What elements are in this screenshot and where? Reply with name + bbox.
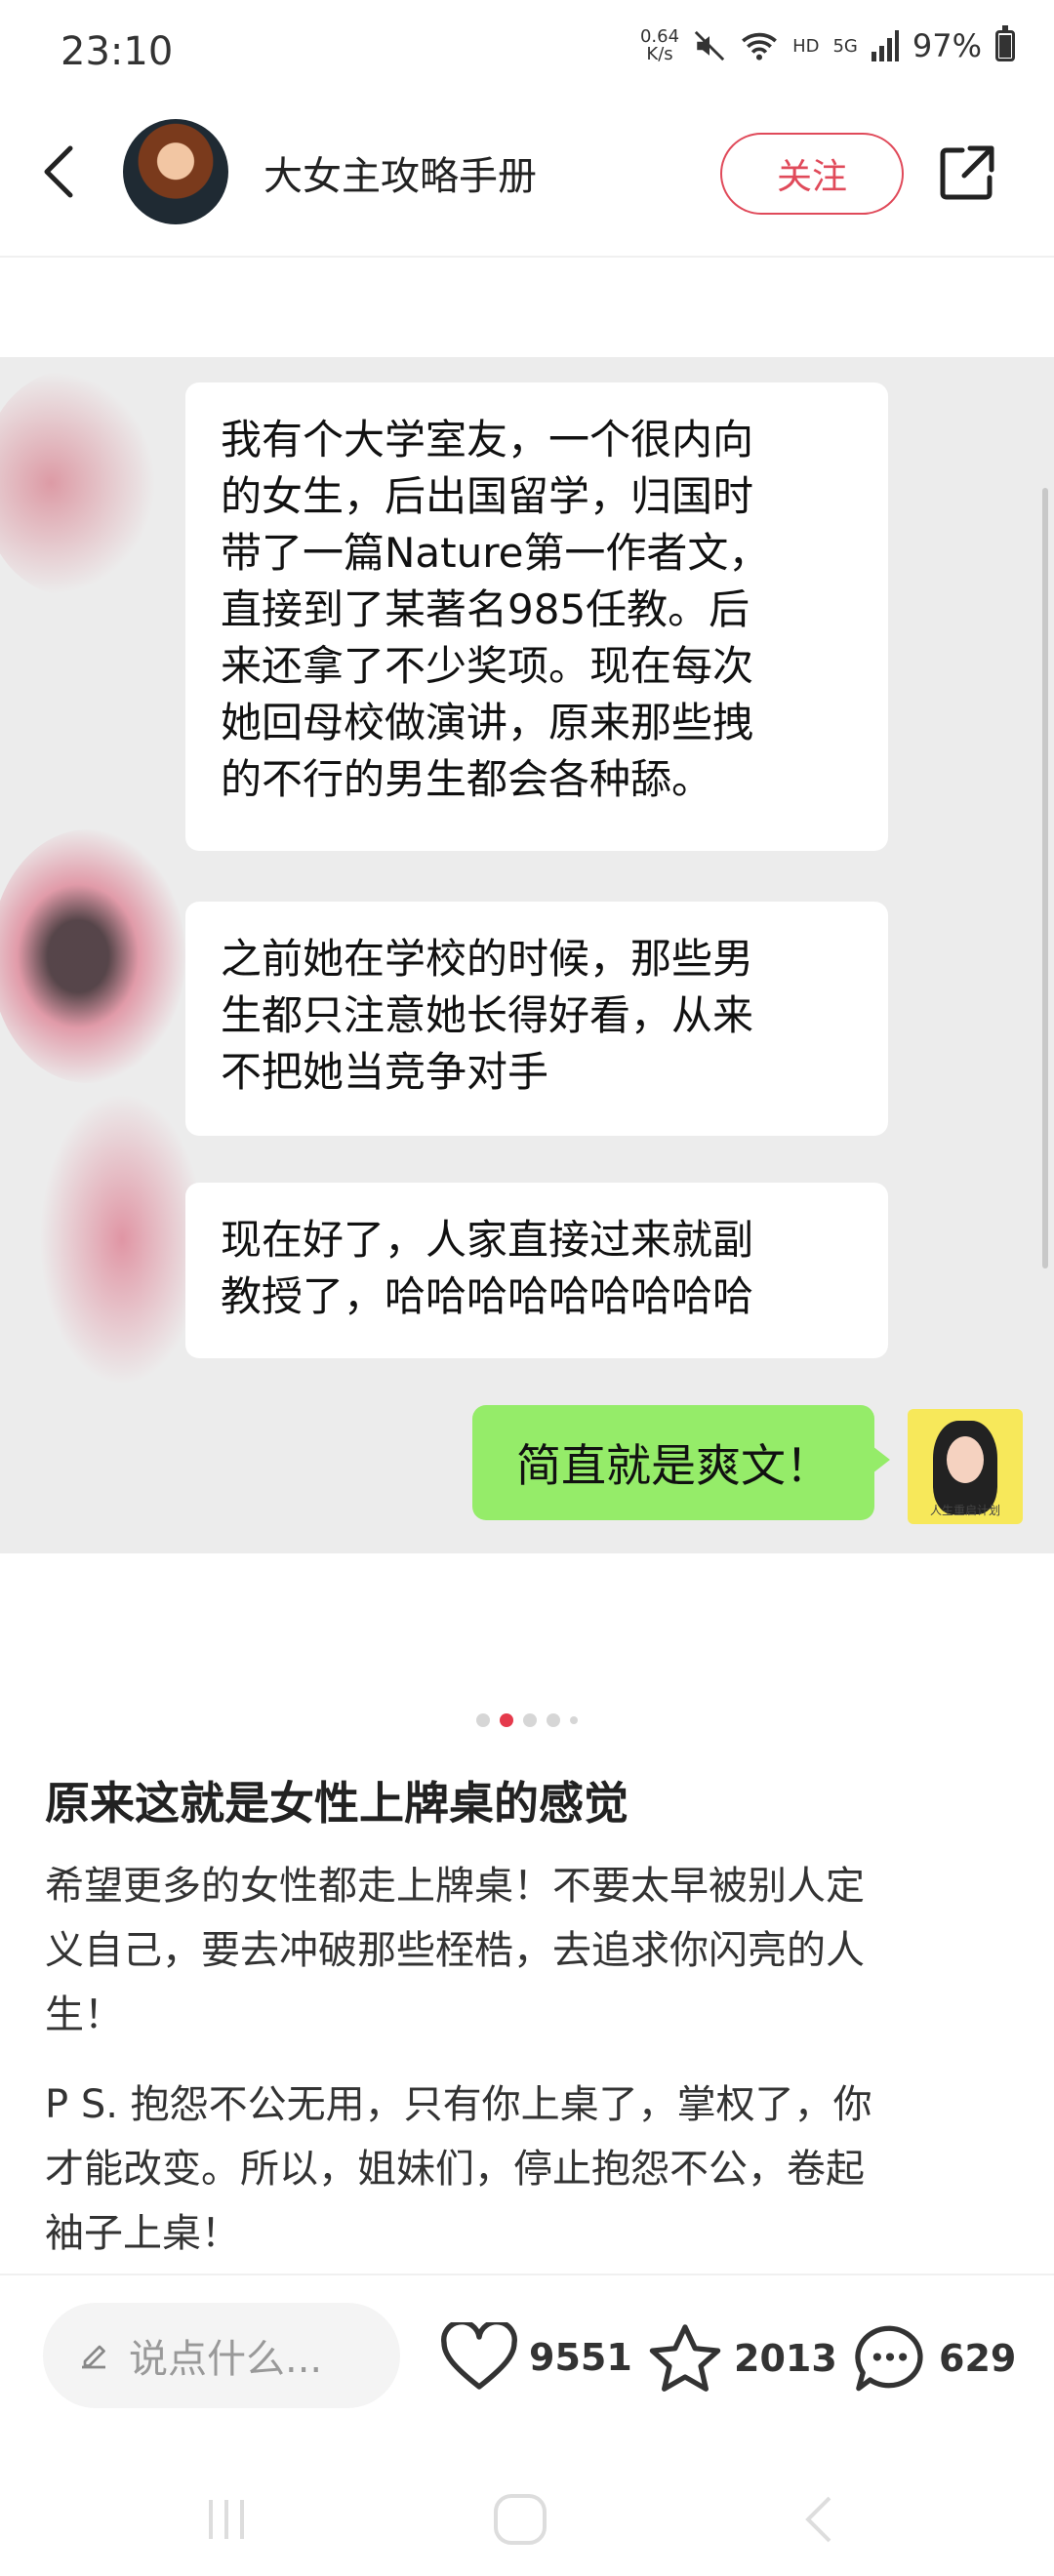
post-body-paragraph: 希望更多的女性都走上牌桌！不要太早被别人定 义自己，要去冲破那些桎梏，去追求你闪…	[45, 1854, 1011, 2047]
chat-line: 带了一篇Nature第一作者文，	[221, 529, 770, 577]
chat-line: 来还拿了不少奖项。现在每次	[221, 642, 754, 690]
comment-icon	[855, 2325, 923, 2392]
recent-apps-icon[interactable]	[201, 2494, 252, 2545]
status-time: 23:10	[61, 29, 174, 74]
battery-icon	[995, 25, 1015, 61]
status-icons: 0.64 K/s HD 5G 97%	[640, 25, 1015, 64]
avatar-face	[947, 1436, 984, 1483]
post-line: 生！	[45, 1992, 123, 2037]
carousel-dot[interactable]	[476, 1713, 490, 1727]
chat-bubble-left: 现在好了，人家直接过来就副 教授了，哈哈哈哈哈哈哈哈哈	[185, 1183, 888, 1358]
bottom-divider	[0, 2274, 1054, 2275]
header-divider	[0, 256, 1054, 258]
nav-back-icon[interactable]	[798, 2494, 837, 2545]
like-count: 9551	[529, 2336, 632, 2379]
carousel-dot[interactable]	[570, 1716, 578, 1724]
comment-placeholder: 说点什么...	[129, 2337, 323, 2382]
chat-line: 我有个大学室友，一个很内向	[221, 416, 754, 463]
post-title: 原来这就是女性上牌桌的感觉	[45, 1777, 628, 1830]
home-icon[interactable]	[492, 2494, 548, 2545]
chat-bubble-left: 之前她在学校的时候，那些男 生都只注意她长得好看，从来 不把她当竞争对手	[185, 902, 888, 1136]
net-speed-unit: K/s	[646, 44, 673, 64]
carousel-dot-active[interactable]	[500, 1713, 513, 1727]
author-name[interactable]: 大女主攻略手册	[264, 144, 537, 201]
post-line: 袖子上桌！	[45, 2211, 240, 2256]
chat-bubble-left: 我有个大学室友，一个很内向 的女生，后出国留学，归国时 带了一篇Nature第一…	[185, 382, 888, 851]
carousel-indicator	[0, 1713, 1054, 1727]
avatar-caption: 人生重启计划	[929, 1504, 1000, 1517]
author-avatar[interactable]	[123, 119, 228, 224]
chat-line: 之前她在学校的时候，那些男	[221, 935, 754, 983]
share-icon[interactable]	[937, 142, 997, 203]
favorite-count: 2013	[734, 2337, 837, 2380]
blurred-avatar	[39, 1093, 205, 1386]
back-icon[interactable]	[37, 142, 82, 201]
pencil-icon	[82, 2345, 105, 2369]
follow-button[interactable]: 关注	[720, 133, 904, 215]
hd-label: HD	[792, 35, 820, 57]
star-icon	[649, 2324, 721, 2392]
chat-line: 不把她当竞争对手	[221, 1048, 549, 1096]
mute-icon	[694, 30, 725, 61]
like-button[interactable]: 9551	[441, 2322, 632, 2393]
wifi-icon	[742, 32, 777, 60]
comment-button[interactable]: 629	[853, 2322, 1016, 2395]
chat-line: 教授了，哈哈哈哈哈哈哈哈哈	[221, 1272, 754, 1320]
net-speed: 0.64 K/s	[640, 28, 679, 63]
chat-line: 现在好了，人家直接过来就副	[221, 1216, 754, 1264]
chat-line: 生都只注意她长得好看，从来	[221, 991, 754, 1039]
post-line: 希望更多的女性都走上牌桌！不要太早被别人定	[45, 1864, 865, 1909]
image-scrollbar	[1042, 488, 1048, 1268]
comment-input[interactable]: 说点什么...	[43, 2303, 400, 2408]
chat-bubble-right: 简直就是爽文！	[472, 1405, 890, 1520]
favorite-button[interactable]: 2013	[648, 2322, 837, 2395]
post-body-paragraph: P S. 抱怨不公无用，只有你上桌了，掌权了，你 才能改变。所以，姐妹们，停止抱…	[45, 2073, 1011, 2266]
heart-icon	[441, 2322, 517, 2390]
comment-count: 629	[939, 2337, 1017, 2380]
post-line: 才能改变。所以，姐妹们，停止抱怨不公，卷起	[45, 2147, 865, 2192]
chat-avatar: 人生重启计划	[908, 1409, 1023, 1524]
chat-line: 直接到了某著名985任教。后	[221, 585, 750, 633]
carousel-dot[interactable]	[547, 1713, 560, 1727]
chat-line: 她回母校做演讲，原来那些拽	[221, 699, 754, 746]
network-label: 5G	[832, 35, 858, 57]
battery-percent: 97%	[912, 27, 982, 64]
chat-line: 的不行的男生都会各种舔。	[221, 755, 713, 803]
carousel-dot[interactable]	[523, 1713, 537, 1727]
signal-icon	[871, 30, 899, 61]
post-line: P S. 抱怨不公无用，只有你上桌了，掌权了，你	[45, 2082, 872, 2127]
chat-line: 的女生，后出国留学，归国时	[221, 472, 754, 520]
post-line: 义自己，要去冲破那些桎梏，去追求你闪亮的人	[45, 1928, 865, 1973]
